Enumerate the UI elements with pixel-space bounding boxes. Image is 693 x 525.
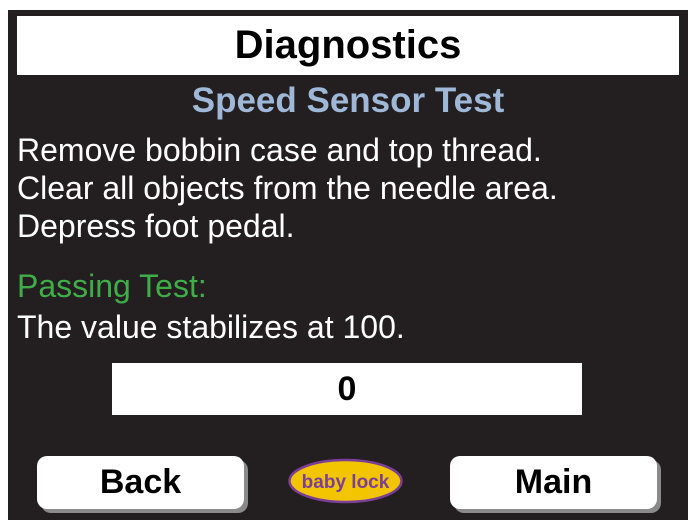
baby-lock-logo: baby lock bbox=[288, 458, 403, 504]
logo-text: baby lock bbox=[302, 472, 390, 493]
main-button[interactable]: Main bbox=[450, 456, 657, 509]
instruction-line: Depress foot pedal. bbox=[17, 208, 295, 244]
test-subtitle: Speed Sensor Test bbox=[191, 81, 505, 120]
passing-test-label: Passing Test: bbox=[17, 268, 207, 304]
instruction-line: Clear all objects from the needle area. bbox=[17, 170, 558, 206]
diagnostics-screen: Diagnostics Speed Sensor Test Remove bob… bbox=[8, 10, 688, 520]
sensor-value-readout: 0 bbox=[112, 363, 582, 415]
back-button[interactable]: Back bbox=[37, 456, 244, 509]
passing-test-text: The value stabilizes at 100. bbox=[17, 309, 405, 345]
instructions-block: Remove bobbin case and top thread. Clear… bbox=[17, 131, 685, 245]
instruction-line: Remove bobbin case and top thread. bbox=[17, 132, 542, 168]
page-title: Diagnostics bbox=[17, 16, 679, 75]
